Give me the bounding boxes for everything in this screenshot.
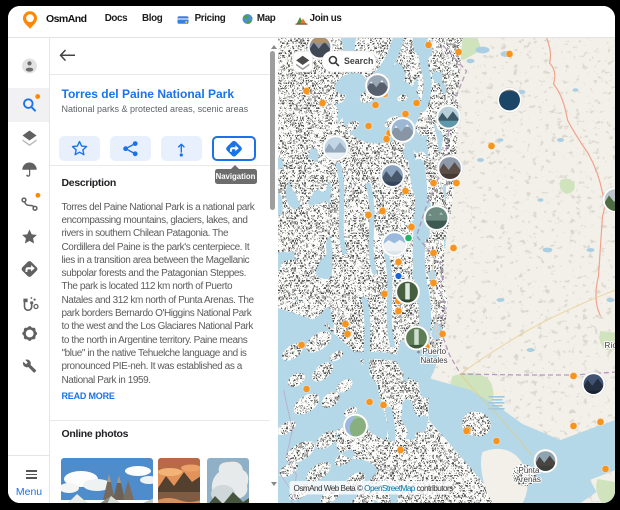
svg-text:Arenas: Arenas <box>515 475 540 484</box>
svg-text:Search: Search <box>344 56 373 66</box>
svg-text:OsmAnd Web Beta © OpenStreetMa: OsmAnd Web Beta © OpenStreetMap contribu… <box>293 484 453 493</box>
svg-text:Puerto: Puerto <box>422 347 446 356</box>
svg-text:Punta: Punta <box>518 466 539 475</box>
svg-text:Río: Río <box>604 341 615 350</box>
svg-text:Natales: Natales <box>420 356 447 365</box>
